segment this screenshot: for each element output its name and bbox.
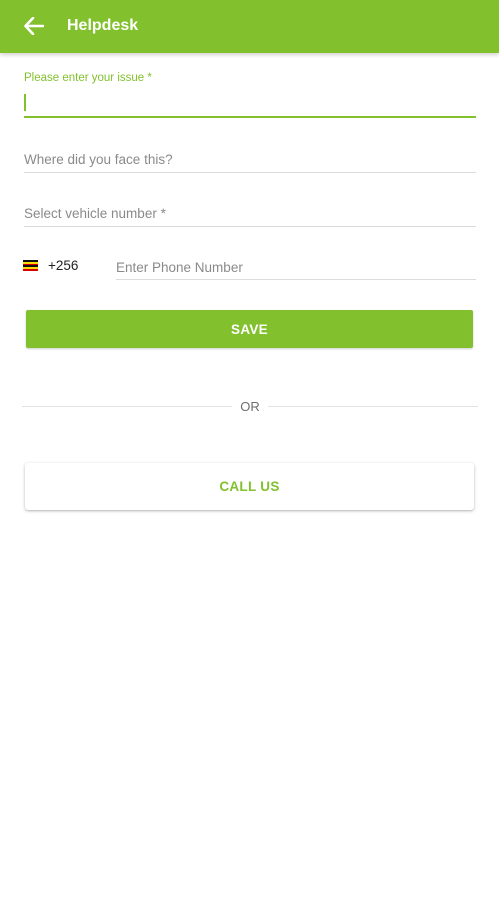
issue-input[interactable] xyxy=(24,92,476,114)
save-button[interactable]: SAVE xyxy=(26,310,473,348)
phone-number-input[interactable] xyxy=(116,256,476,278)
phone-field[interactable] xyxy=(116,256,476,280)
issue-field[interactable]: Please enter your issue * xyxy=(24,72,476,120)
phone-row: +256 xyxy=(20,250,476,284)
country-code[interactable]: +256 xyxy=(48,258,78,273)
divider-line-right xyxy=(268,406,478,407)
call-us-button[interactable]: CALL US xyxy=(25,463,474,510)
back-button[interactable] xyxy=(20,13,48,39)
uganda-flag-icon[interactable] xyxy=(23,260,38,271)
vehicle-number-select[interactable] xyxy=(24,202,476,224)
app-bar: Helpdesk xyxy=(0,0,499,53)
arrow-left-icon xyxy=(24,17,44,35)
vehicle-field[interactable] xyxy=(24,202,476,228)
divider-line-left xyxy=(22,406,232,407)
location-field[interactable] xyxy=(24,148,476,174)
issue-field-label: Please enter your issue * xyxy=(24,72,152,84)
or-divider-text: OR xyxy=(240,399,260,414)
phone-field-underline xyxy=(116,279,476,280)
issue-field-underline xyxy=(24,116,476,118)
vehicle-field-underline xyxy=(24,226,476,227)
location-field-underline xyxy=(24,172,476,173)
page-title: Helpdesk xyxy=(67,17,139,34)
location-input[interactable] xyxy=(24,148,476,170)
